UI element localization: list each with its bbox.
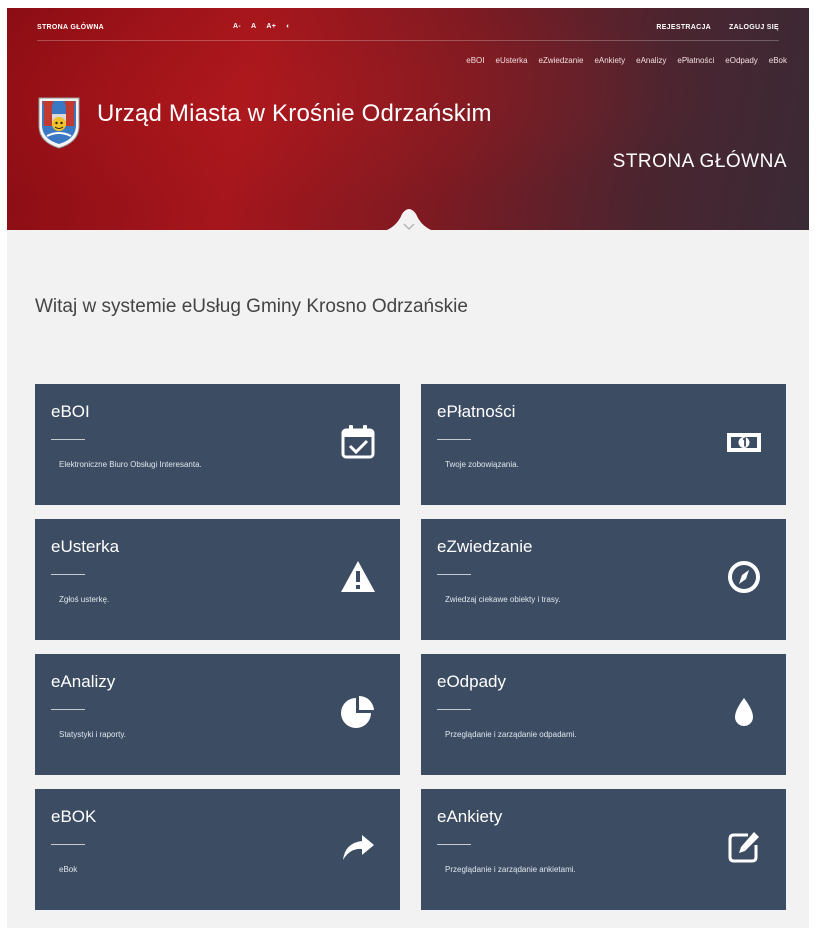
tile-title: eAnkiety (437, 807, 503, 826)
page: STRONA GŁÓWNA A- A A+ ◐ REJESTRACJA ZALO… (7, 8, 809, 928)
edit-icon (728, 832, 759, 863)
scroll-down-notch[interactable] (366, 204, 452, 234)
pie-chart-icon (341, 695, 374, 728)
tile-title: eOdpady (437, 672, 506, 691)
tile-eboi[interactable]: eBOI Elektroniczne Biuro Obsługi Interes… (35, 384, 400, 505)
share-arrow-icon (343, 835, 374, 860)
login-link[interactable]: ZALOGUJ SIĘ (729, 24, 779, 31)
nav-item-ezwiedzanie[interactable]: eZwiedzanie (539, 56, 584, 65)
tile-description: Elektroniczne Biuro Obsługi Interesanta. (59, 460, 202, 469)
tile-title: eAnalizy (51, 672, 116, 691)
font-size-controls: A- A A+ ◐ (233, 23, 291, 30)
coat-of-arms-icon[interactable] (37, 92, 81, 150)
nav-item-eodpady[interactable]: eOdpady (725, 56, 757, 65)
tile-eplatnosci[interactable]: ePłatności Twoje zobowiązania. (421, 384, 786, 505)
tile-eodpady[interactable]: eOdpady Przeglądanie i zarządanie odpada… (421, 654, 786, 775)
main-nav: eBOI eUsterka eZwiedzanie eAnkiety eAnal… (466, 56, 787, 65)
nav-item-eboi[interactable]: eBOI (466, 56, 484, 65)
tile-description: Statystyki i raporty. (59, 730, 126, 739)
tile-description: Zgłoś usterkę. (59, 595, 110, 604)
calendar-check-icon (341, 425, 375, 459)
tile-description: Twoje zobowiązania. (445, 460, 519, 469)
tile-description: eBok (59, 865, 78, 874)
tile-title: eBOK (51, 807, 97, 826)
warning-icon (341, 561, 375, 592)
tile-description: Przeglądanie i zarządanie ankietami. (445, 865, 576, 874)
tile-ezwiedzanie[interactable]: eZwiedzanie Zwiedzaj ciekawe obiekty i t… (421, 519, 786, 640)
tile-title: eUsterka (51, 537, 120, 556)
page-heading: STRONA GŁÓWNA (612, 151, 787, 172)
tile-description: Zwiedzaj ciekawe obiekty i trasy. (445, 595, 561, 604)
font-normal-button[interactable]: A (251, 23, 256, 30)
tile-title: ePłatności (437, 402, 516, 421)
font-increase-button[interactable]: A+ (266, 23, 276, 30)
nav-item-eplatnosci[interactable]: ePłatności (677, 56, 714, 65)
tile-ebok[interactable]: eBOK eBok (35, 789, 400, 910)
site-title[interactable]: Urząd Miasta w Krośnie Odrzańskim (97, 100, 492, 128)
nav-item-eusterka[interactable]: eUsterka (496, 56, 528, 65)
tile-eankiety[interactable]: eAnkiety Przeglądanie i zarządanie ankie… (421, 789, 786, 910)
tile-eanalizy[interactable]: eAnalizy Statystyki i raporty. (35, 654, 400, 775)
tile-eusterka[interactable]: eUsterka Zgłoś usterkę. (35, 519, 400, 640)
tile-title: eBOI (51, 402, 90, 421)
nav-item-eanalizy[interactable]: eAnalizy (636, 56, 666, 65)
money-icon (727, 433, 761, 452)
drop-icon (735, 698, 753, 726)
tile-description: Przeglądanie i zarządanie odpadami. (445, 730, 577, 739)
nav-item-eankiety[interactable]: eAnkiety (594, 56, 625, 65)
welcome-heading: Witaj w systemie eUsług Gminy Krosno Odr… (35, 296, 468, 317)
header-banner: STRONA GŁÓWNA A- A A+ ◐ REJESTRACJA ZALO… (7, 8, 809, 234)
tile-title: eZwiedzanie (437, 537, 533, 556)
nav-item-ebok[interactable]: eBok (769, 56, 787, 65)
font-decrease-button[interactable]: A- (233, 23, 241, 30)
contrast-button[interactable]: ◐ (286, 23, 291, 30)
top-bar: STRONA GŁÓWNA A- A A+ ◐ REJESTRACJA ZALO… (37, 18, 779, 41)
register-link[interactable]: REJESTRACJA (656, 24, 711, 31)
auth-links: REJESTRACJA ZALOGUJ SIĘ (656, 24, 779, 31)
compass-icon (728, 561, 760, 593)
home-link[interactable]: STRONA GŁÓWNA (37, 24, 104, 31)
